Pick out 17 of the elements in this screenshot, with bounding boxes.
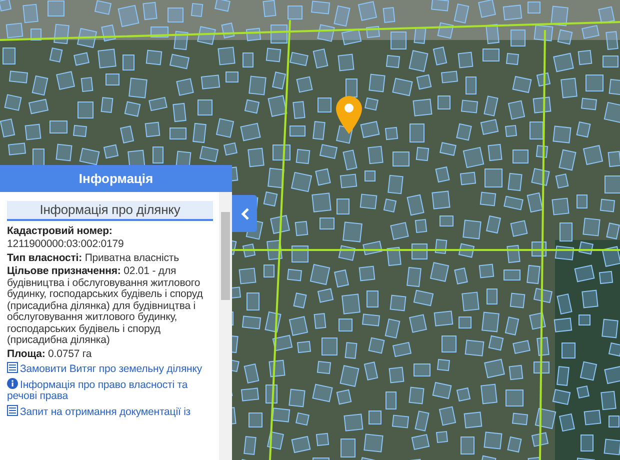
link[interactable]: Інформація про право власності та речові права bbox=[7, 378, 213, 402]
chevron-left-icon bbox=[240, 206, 250, 220]
link[interactable]: Замовити Витяг про земельну ділянку bbox=[7, 362, 213, 376]
field-text: Площа: 0.0757 га bbox=[7, 348, 93, 360]
info-icon bbox=[7, 378, 18, 388]
section-title: Інформація про ділянку bbox=[7, 201, 213, 220]
list-document-icon bbox=[7, 362, 18, 373]
map-pin-icon bbox=[336, 96, 362, 134]
field-text: Цільове призначення: 02.01 - для будівництва і обслуговування житлового будинку, господарських будівель і споруд (присадибна ділянка) для будівництва і обслуговування житлового будинку, господарських будівель і споруд (присадибна ділянка) bbox=[7, 266, 204, 346]
field-label: Кадастровий номер: bbox=[7, 226, 114, 237]
collapse-button[interactable] bbox=[232, 195, 257, 232]
link[interactable]: Запит на отримання документації із bbox=[7, 404, 213, 418]
field-value: 1211900000:03:002:0179 bbox=[7, 239, 125, 250]
field-text: Тип власності: Приватна власність bbox=[7, 252, 180, 264]
scrollbar[interactable] bbox=[219, 192, 232, 460]
list-document-icon bbox=[7, 404, 18, 416]
panel-title: Інформація bbox=[0, 165, 232, 192]
